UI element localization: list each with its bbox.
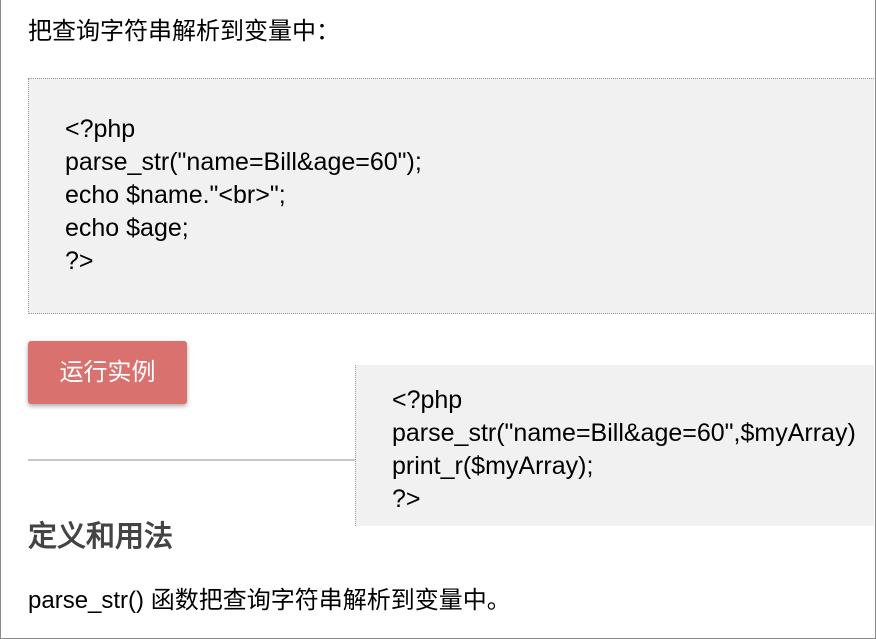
section-description: parse_str() 函数把查询字符串解析到变量中。 [28,587,511,614]
code-line: echo $age; [65,214,189,242]
run-example-button[interactable]: 运行实例 [28,341,187,404]
page: 把查询字符串解析到变量中： <?php parse_str("name=Bill… [0,0,876,639]
example-code-block: <?php parse_str("name=Bill&age=60"); ech… [28,78,874,314]
popup-code-line: ?> [392,485,421,513]
code-preview-popup: <?php parse_str("name=Bill&age=60",$myAr… [355,365,874,526]
code-line: echo $name."<br>"; [65,181,286,209]
popup-code-line: <?php [392,386,463,414]
popup-code-line: print_r($myArray); [392,452,594,480]
intro-text: 把查询字符串解析到变量中： [28,18,340,45]
code-line: parse_str("name=Bill&age=60"); [65,148,422,176]
code-line: <?php [65,115,136,143]
section-heading: 定义和用法 [28,521,174,553]
popup-code-line: parse_str("name=Bill&age=60",$myArray) [392,419,856,447]
code-line: ?> [65,247,94,275]
